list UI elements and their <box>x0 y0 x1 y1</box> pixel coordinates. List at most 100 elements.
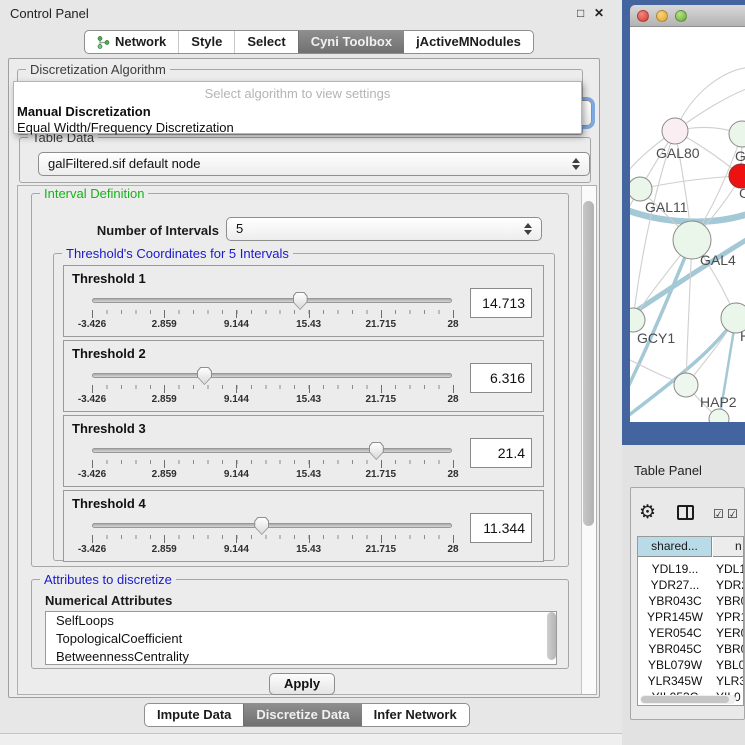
node-label: GCY1 <box>637 330 675 346</box>
table-row[interactable]: YER054CYER0 <box>638 625 744 641</box>
cyni-toolbox-panel: Discretization Algorithm Select algorith… <box>8 58 600 698</box>
slider-thumb[interactable] <box>197 367 212 385</box>
tab-jactivemnodules[interactable]: jActiveMNodules <box>404 31 533 53</box>
tab-select[interactable]: Select <box>234 31 297 53</box>
close-traffic-light-icon[interactable] <box>637 10 649 22</box>
threshold-3-slider[interactable] <box>92 448 452 453</box>
zoom-traffic-light-icon[interactable] <box>675 10 687 22</box>
threshold-1-value-field[interactable]: 14.713 <box>470 288 532 318</box>
threshold-2-value-field[interactable]: 6.316 <box>470 363 532 393</box>
node-hap2[interactable] <box>674 373 698 397</box>
threshold-1-slider[interactable] <box>92 298 452 303</box>
table-row[interactable]: YLR345WYLR3 <box>638 673 744 689</box>
close-icon[interactable]: ✕ <box>594 6 604 20</box>
table-panel: ⚙ ☑ ☑ shared... n YDL19...YDL1 YDR27...Y… <box>630 487 745 720</box>
horizontal-scrollbar[interactable] <box>640 695 736 704</box>
tab-discretize-data[interactable]: Discretize Data <box>243 704 361 726</box>
split-columns-icon[interactable] <box>677 505 694 520</box>
group-label: Discretization Algorithm <box>26 62 170 77</box>
number-of-intervals-label: Number of Intervals <box>71 223 219 238</box>
threshold-4-slider[interactable] <box>92 523 452 528</box>
checkbox-icon[interactable]: ☑ <box>727 507 738 521</box>
node-label: HAP2 <box>700 394 737 410</box>
node-label: C <box>739 185 745 201</box>
numerical-attributes-list[interactable]: SelfLoops TopologicalCoefficient Between… <box>45 611 557 665</box>
float-icon[interactable]: □ <box>577 6 584 20</box>
top-tab-bar: Network Style Select Cyni Toolbox jActiv… <box>84 30 534 54</box>
node-gal11[interactable] <box>630 177 652 201</box>
threshold-4-value-field[interactable]: 11.344 <box>470 513 532 543</box>
panel-title: Control Panel <box>10 6 89 21</box>
node-label: GAL4 <box>700 252 736 268</box>
algorithm-dropdown-popup: Select algorithm to view settings Manual… <box>13 81 582 134</box>
group-label: Attributes to discretize <box>40 572 176 587</box>
popup-item-equal-width-frequency[interactable]: Equal Width/Frequency Discretization <box>17 120 234 135</box>
vertical-scrollbar-thumb[interactable] <box>583 201 594 526</box>
threshold-1-panel: Threshold 1 -3.4262.8599.14415.4321.7152… <box>63 265 544 337</box>
table-data-combobox[interactable]: galFiltered.sif default node <box>38 152 590 176</box>
node-attribute-table[interactable]: shared... n YDL19...YDL1 YDR27...YDR2 YB… <box>637 536 744 706</box>
table-row[interactable]: YDR27...YDR2 <box>638 577 744 593</box>
column-header-shared-name[interactable]: shared... <box>638 537 712 557</box>
right-panel: GAL80 G GAL11 C GAL4 GCY1 H HAP2 Table P… <box>622 0 745 745</box>
list-item[interactable]: TopologicalCoefficient <box>46 630 556 648</box>
tab-impute-data[interactable]: Impute Data <box>145 704 243 726</box>
table-row[interactable]: YBL079WYBL0 <box>638 657 744 673</box>
gear-icon[interactable]: ⚙ <box>639 501 656 524</box>
network-icon <box>97 36 110 49</box>
checkbox-icon[interactable]: ☑ <box>713 507 724 521</box>
group-label: Interval Definition <box>40 186 148 201</box>
tab-infer-network[interactable]: Infer Network <box>362 704 469 726</box>
network-graph: GAL80 G GAL11 C GAL4 GCY1 H HAP2 <box>630 27 745 422</box>
node-label: GAL11 <box>645 199 688 215</box>
slider-ticks <box>92 385 453 394</box>
slider-ticks <box>92 535 453 544</box>
table-row[interactable]: YDL19...YDL1 <box>638 561 744 577</box>
numerical-attributes-label: Numerical Attributes <box>45 593 172 608</box>
node-label: G <box>735 148 745 164</box>
horizontal-scrollbar-thumb[interactable] <box>641 696 729 703</box>
node-label: H <box>740 328 745 344</box>
slider-thumb[interactable] <box>254 517 269 535</box>
threshold-3-panel: Threshold 3 -3.4262.8599.14415.4321.7152… <box>63 415 544 487</box>
node-label: GAL80 <box>656 145 700 161</box>
popup-item-manual-discretization[interactable]: Manual Discretization <box>17 104 151 119</box>
list-item[interactable]: BetweennessCentrality <box>46 648 556 665</box>
tab-network[interactable]: Network <box>85 31 178 53</box>
bottom-strip <box>0 733 622 745</box>
threshold-4-panel: Threshold 4 -3.4262.8599.14415.4321.7152… <box>63 490 544 562</box>
node[interactable] <box>709 409 729 422</box>
threshold-2-slider[interactable] <box>92 373 452 378</box>
bottom-tab-bar: Impute Data Discretize Data Infer Networ… <box>144 703 470 727</box>
node[interactable] <box>729 121 745 147</box>
table-row[interactable]: YBR043CYBR0 <box>638 593 744 609</box>
node-gcy1[interactable] <box>630 308 645 332</box>
minimize-traffic-light-icon[interactable] <box>656 10 668 22</box>
table-data-group: Table Data galFiltered.sif default node <box>19 137 591 183</box>
network-view-window: GAL80 G GAL11 C GAL4 GCY1 H HAP2 <box>622 0 745 445</box>
network-canvas[interactable]: GAL80 G GAL11 C GAL4 GCY1 H HAP2 <box>630 27 745 422</box>
group-label: Threshold's Coordinates for 5 Intervals <box>62 246 293 261</box>
spinner-arrows-icon <box>524 223 532 235</box>
list-scrollbar-thumb[interactable] <box>547 612 556 660</box>
network-window-titlebar[interactable] <box>630 5 745 27</box>
table-row[interactable]: YPR145WYPR1 <box>638 609 744 625</box>
combo-arrows-icon <box>572 158 580 170</box>
list-item[interactable]: SelfLoops <box>46 612 556 630</box>
slider-thumb[interactable] <box>293 292 308 310</box>
slider-ticks <box>92 310 453 319</box>
apply-button[interactable]: Apply <box>269 673 335 695</box>
number-of-intervals-spinner[interactable]: 5 <box>226 217 542 241</box>
slider-thumb[interactable] <box>369 442 384 460</box>
slider-ticks <box>92 460 453 469</box>
node-gal80[interactable] <box>662 118 688 144</box>
table-panel-title: Table Panel <box>634 463 702 478</box>
tab-cyni-toolbox[interactable]: Cyni Toolbox <box>298 31 404 53</box>
threshold-2-panel: Threshold 2 -3.4262.8599.14415.4321.7152… <box>63 340 544 412</box>
table-row[interactable]: YBR045CYBR0 <box>638 641 744 657</box>
threshold-3-value-field[interactable]: 21.4 <box>470 438 532 468</box>
column-header-name[interactable]: n <box>713 537 744 557</box>
tab-style[interactable]: Style <box>178 31 234 53</box>
control-panel: Control Panel □ ✕ Network Style Select C… <box>0 0 622 745</box>
popup-hint-item[interactable]: Select algorithm to view settings <box>14 86 581 101</box>
